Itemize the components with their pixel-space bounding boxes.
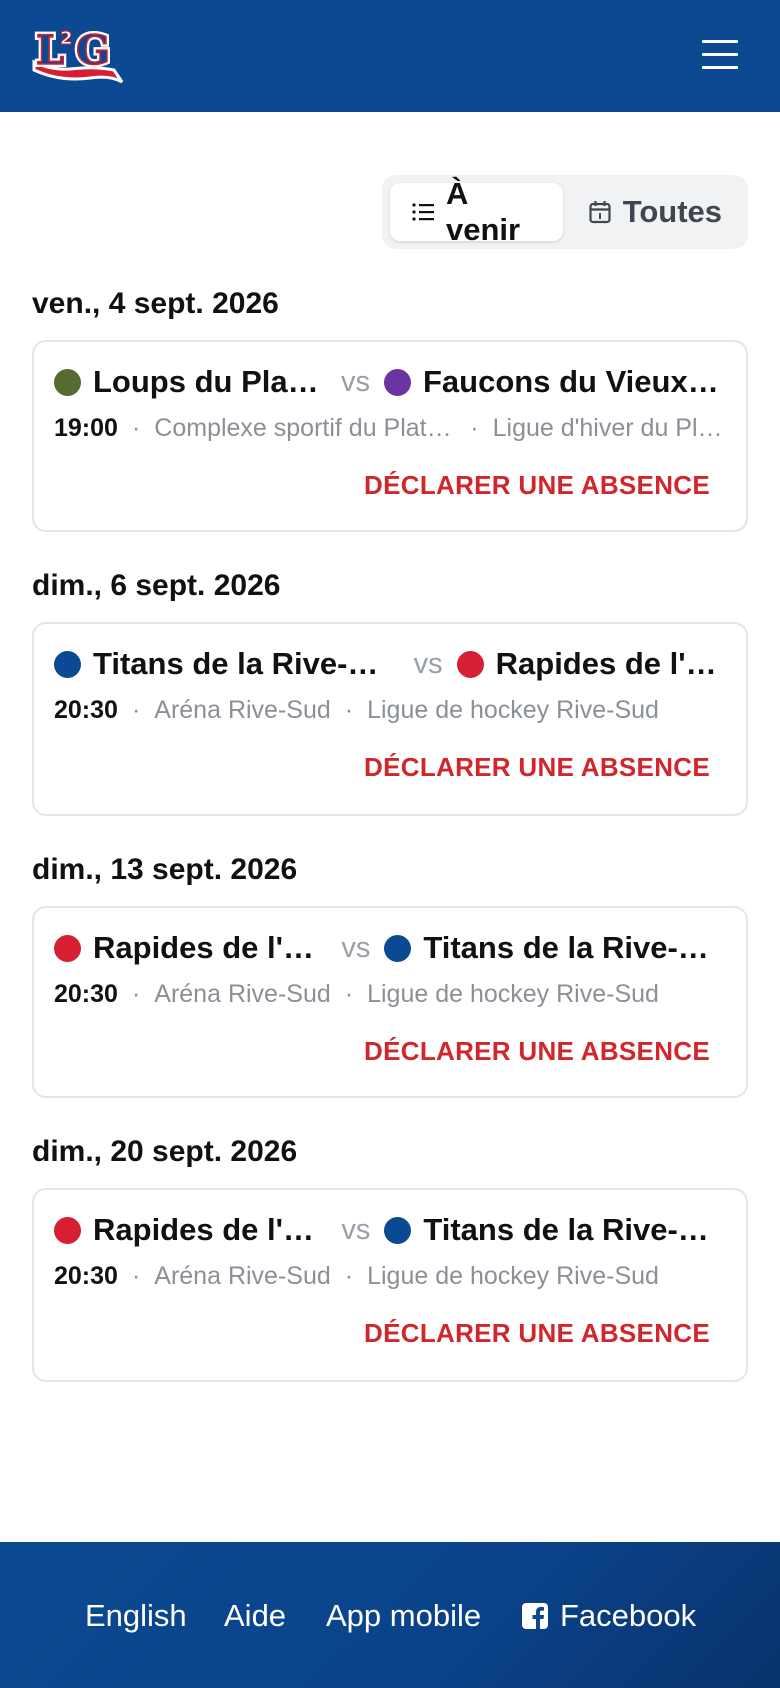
league: Ligue de hockey Rive-Sud — [367, 696, 659, 724]
game-card: Loups du Plateau vs Faucons du Vieux-Por… — [32, 340, 748, 532]
date-heading: dim., 6 sept. 2026 — [32, 569, 281, 602]
declare-absence-button[interactable]: DÉCLARER UNE ABSENCE — [364, 1036, 710, 1067]
game-card: Rapides de l'Est vs Titans de la Rive-Su… — [32, 906, 748, 1098]
home-team-name: Titans de la Rive-Sud — [93, 646, 396, 681]
svg-text:G: G — [76, 27, 110, 74]
separator: · — [131, 696, 141, 724]
separator: · — [131, 414, 141, 442]
home-team-color-dot — [54, 368, 81, 396]
top-bar: L L 2 G G — [0, 0, 780, 112]
calendar-icon — [589, 201, 611, 224]
matchup: Loups du Plateau vs Faucons du Vieux-Por… — [54, 364, 726, 400]
vs-label: vs — [413, 647, 443, 680]
game-card: Titans de la Rive-Sud vs Rapides de l'Es… — [32, 622, 748, 816]
away-team-color-dot — [384, 934, 412, 962]
separator: · — [131, 1262, 141, 1290]
league: Ligue de hockey Rive-Sud — [367, 980, 659, 1008]
venue: Aréna Rive-Sud — [154, 980, 331, 1008]
l2g-logo[interactable]: L L 2 G G — [30, 22, 130, 88]
game-time: 19:00 — [54, 414, 118, 442]
home-team-color-dot — [54, 1216, 81, 1244]
matchup: Rapides de l'Est vs Titans de la Rive-Su… — [54, 1212, 726, 1248]
game-details: 20:30 · Aréna Rive-Sud · Ligue de hockey… — [54, 1262, 726, 1291]
away-team-name: Rapides de l'Est — [495, 646, 726, 681]
league: Ligue de hockey Rive-Sud — [367, 1262, 659, 1290]
date-heading: ven., 4 sept. 2026 — [32, 287, 279, 320]
menu-bar — [702, 39, 738, 43]
game-details: 19:00 · Complexe sportif du Plateau · Li… — [54, 414, 726, 443]
matchup: Titans de la Rive-Sud vs Rapides de l'Es… — [54, 646, 726, 682]
separator: · — [131, 980, 141, 1008]
matchup: Rapides de l'Est vs Titans de la Rive-Su… — [54, 930, 726, 966]
svg-text:2: 2 — [60, 28, 73, 49]
game-time: 20:30 — [54, 1262, 118, 1290]
home-team-color-dot — [54, 650, 81, 678]
away-team-color-dot — [384, 368, 411, 396]
away-team-name: Faucons du Vieux-Port — [423, 364, 721, 399]
filter-upcoming-label: À venir — [446, 176, 521, 247]
menu-bar — [702, 65, 738, 69]
away-team-color-dot — [384, 1216, 412, 1244]
vs-label: vs — [341, 1213, 371, 1246]
vs-label: vs — [341, 365, 370, 398]
page: L L 2 G G À venir Toutes ven., 4 sept. 2… — [0, 0, 780, 1688]
footer-link-facebook[interactable]: Facebook — [522, 1598, 696, 1634]
filter-all-button[interactable]: Toutes — [567, 183, 740, 241]
league: Ligue d'hiver du Plateau — [492, 414, 723, 442]
separator: · — [344, 1262, 354, 1290]
away-team-name: Titans de la Rive-Sud — [423, 930, 726, 965]
filter-upcoming-button[interactable]: À venir — [390, 176, 563, 247]
game-time: 20:30 — [54, 980, 118, 1008]
declare-absence-button[interactable]: DÉCLARER UNE ABSENCE — [364, 752, 710, 783]
footer-link-help[interactable]: Aide — [224, 1598, 286, 1634]
declare-absence-button[interactable]: DÉCLARER UNE ABSENCE — [364, 1318, 710, 1349]
home-team-name: Loups du Plateau — [93, 364, 323, 399]
game-details: 20:30 · Aréna Rive-Sud · Ligue de hockey… — [54, 980, 726, 1009]
separator: · — [344, 696, 354, 724]
list-icon — [412, 203, 434, 221]
filter-all-label: Toutes — [622, 194, 722, 229]
venue: Aréna Rive-Sud — [154, 696, 331, 724]
home-team-color-dot — [54, 934, 81, 962]
separator: · — [344, 980, 354, 1008]
venue: Complexe sportif du Plateau — [154, 414, 457, 442]
footer-link-language[interactable]: English — [85, 1598, 187, 1634]
vs-label: vs — [341, 931, 371, 964]
game-filter-toggle: À venir Toutes — [382, 175, 748, 249]
venue: Aréna Rive-Sud — [154, 1262, 331, 1290]
facebook-label: Facebook — [560, 1598, 697, 1633]
game-time: 20:30 — [54, 696, 118, 724]
declare-absence-button[interactable]: DÉCLARER UNE ABSENCE — [364, 470, 710, 501]
away-team-name: Titans de la Rive-Sud — [423, 1212, 726, 1247]
hamburger-icon[interactable] — [694, 30, 746, 78]
facebook-icon — [522, 1603, 548, 1629]
footer-link-mobile-app[interactable]: App mobile — [326, 1598, 481, 1634]
footer: English Aide App mobile Facebook — [0, 1542, 780, 1688]
home-team-name: Rapides de l'Est — [93, 1212, 324, 1247]
menu-bar — [702, 52, 738, 56]
date-heading: dim., 20 sept. 2026 — [32, 1135, 298, 1168]
game-details: 20:30 · Aréna Rive-Sud · Ligue de hockey… — [54, 696, 726, 725]
game-card: Rapides de l'Est vs Titans de la Rive-Su… — [32, 1188, 748, 1382]
away-team-color-dot — [456, 650, 484, 678]
home-team-name: Rapides de l'Est — [93, 930, 324, 965]
date-heading: dim., 13 sept. 2026 — [32, 853, 298, 886]
separator: · — [470, 414, 479, 442]
